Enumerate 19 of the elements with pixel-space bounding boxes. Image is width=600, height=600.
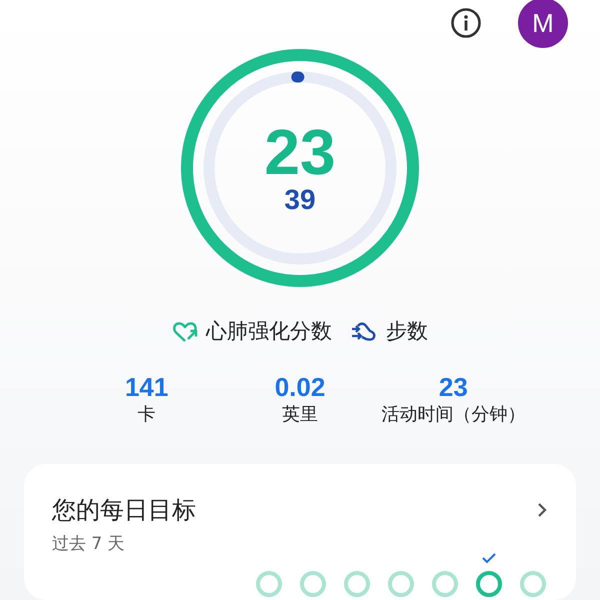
legend-label: 步数 bbox=[386, 318, 428, 346]
stat-label: 卡 bbox=[138, 403, 156, 427]
heart-points-value: 23 bbox=[264, 120, 336, 184]
stat-label: 活动时间（分钟） bbox=[381, 403, 526, 427]
check-icon bbox=[481, 552, 497, 564]
card-title: 您的每日目标 bbox=[52, 495, 196, 526]
card-subtitle: 过去 7 天 bbox=[52, 533, 126, 556]
info-icon[interactable] bbox=[450, 7, 482, 39]
steps-icon bbox=[350, 320, 378, 344]
steps-value: 39 bbox=[284, 184, 316, 216]
chevron-right-icon[interactable] bbox=[536, 502, 548, 518]
avatar[interactable]: M bbox=[518, 0, 568, 48]
legend-label: 心肺强化分数 bbox=[206, 318, 332, 346]
stat-label: 英里 bbox=[282, 403, 318, 427]
goals-card[interactable]: 您的每日目标 过去 7 天 bbox=[24, 464, 576, 600]
heart-icon bbox=[172, 320, 198, 344]
stat-value: 23 bbox=[438, 372, 468, 402]
stat-value: 0.02 bbox=[274, 372, 326, 402]
stat-value: 141 bbox=[124, 372, 168, 402]
